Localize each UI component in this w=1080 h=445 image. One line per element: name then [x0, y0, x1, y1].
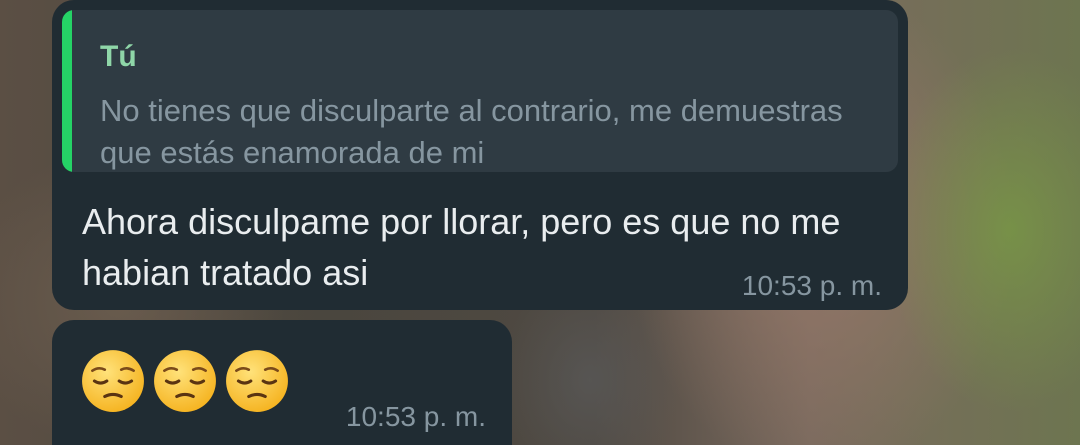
quoted-text: No tienes que disculparte al contrario, …: [100, 93, 843, 170]
quote-accent-bar: [62, 10, 72, 172]
incoming-emoji-message-bubble[interactable]: 10:53 p. m.: [52, 320, 512, 445]
emoji-row: [80, 348, 290, 414]
message-timestamp: 10:53 p. m.: [741, 270, 882, 301]
quoted-reply[interactable]: Tú No tienes que disculparte al contrari…: [62, 10, 898, 172]
quoted-author: Tú: [100, 40, 137, 73]
incoming-message-bubble[interactable]: Tú No tienes que disculparte al contrari…: [52, 0, 908, 310]
message-timestamp: 10:53 p. m.: [345, 401, 486, 432]
pensive-face-emoji-icon: [154, 350, 216, 412]
pensive-face-emoji-icon: [82, 350, 144, 412]
pensive-face-emoji-icon: [226, 350, 288, 412]
